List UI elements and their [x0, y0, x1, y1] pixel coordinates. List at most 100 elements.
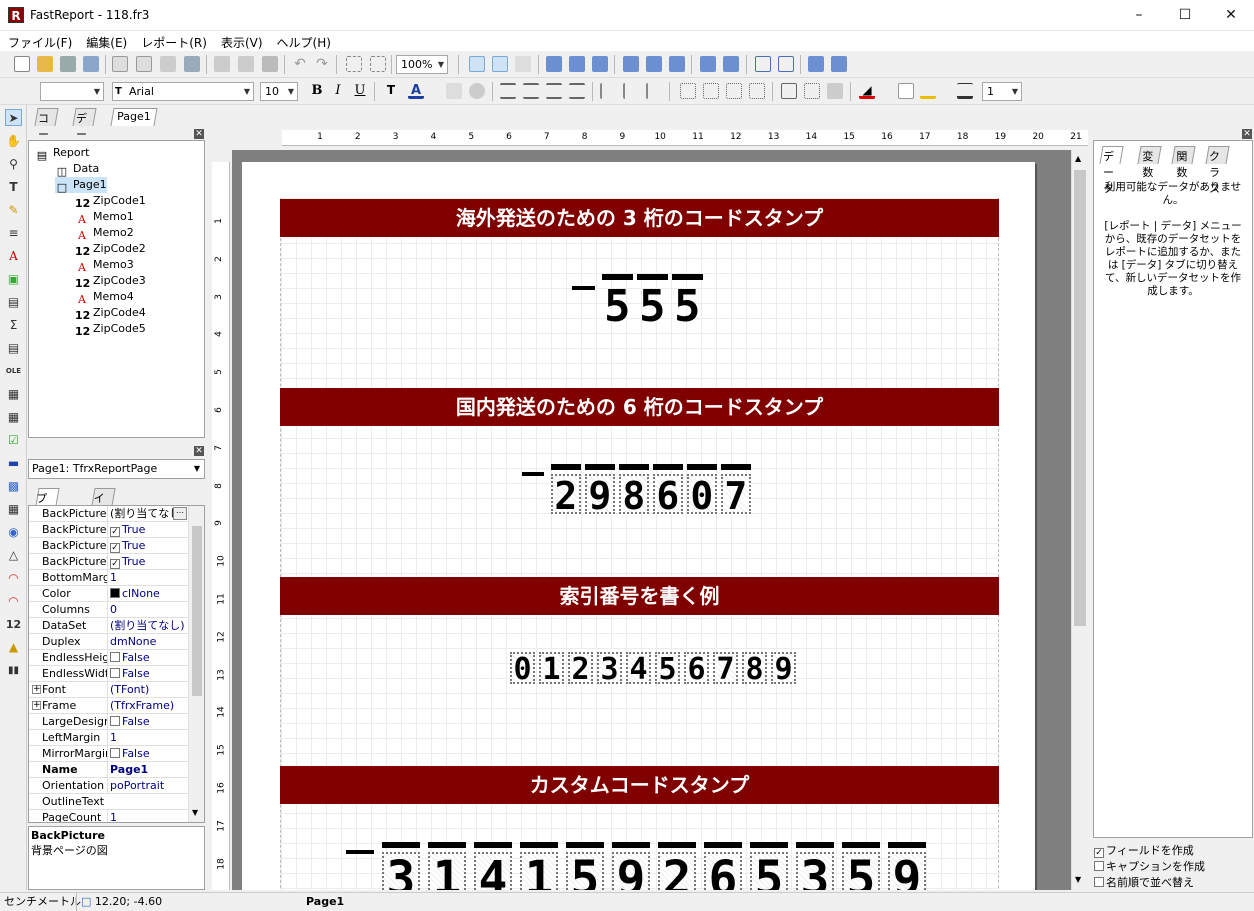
- frame-color-icon[interactable]: [920, 83, 936, 99]
- property-value[interactable]: ✓ True: [107, 554, 187, 570]
- ellipsis-button[interactable]: ⋯: [173, 507, 187, 520]
- property-value[interactable]: (割り当てなし): [107, 618, 187, 634]
- property-row[interactable]: Name Page1: [29, 762, 188, 778]
- create-caption-checkbox[interactable]: キャプションを作成: [1094, 859, 1205, 875]
- gauge-tool-icon[interactable]: ◠: [5, 570, 22, 587]
- fill-color-icon[interactable]: ◢: [859, 83, 875, 99]
- tree-close-icon[interactable]: ✕: [194, 129, 204, 139]
- align-bottom-icon[interactable]: [669, 56, 685, 72]
- copy-icon[interactable]: [238, 56, 254, 72]
- shadow-icon[interactable]: [827, 83, 843, 99]
- rotation-icon[interactable]: [469, 83, 485, 99]
- valign-top-icon[interactable]: [600, 83, 616, 99]
- report-page[interactable]: 海外発送のための 3 桁のコードスタンプ 国内発送のための 6 桁のコードスタン…: [242, 162, 1035, 890]
- property-row[interactable]: MirrorMarginsFalse: [29, 746, 188, 762]
- property-value[interactable]: False: [107, 714, 187, 730]
- tab-properties[interactable]: プロパティ: [35, 488, 60, 569]
- maximize-button[interactable]: ☐: [1162, 0, 1208, 31]
- align-to-grid-icon[interactable]: [492, 56, 508, 72]
- text-align-left-icon[interactable]: [500, 83, 516, 99]
- fill-style-icon[interactable]: [898, 83, 914, 99]
- gauge2-tool-icon[interactable]: ◠: [5, 593, 22, 610]
- object-select[interactable]: Page1: TfrxReportPage ▼: [28, 459, 205, 479]
- create-field-checkbox[interactable]: ✓ フィールドを作成: [1094, 843, 1194, 859]
- tab-events[interactable]: イベント: [91, 488, 116, 553]
- memo4-band[interactable]: カスタムコードスタンプ: [280, 766, 999, 804]
- preview-icon[interactable]: [83, 56, 99, 72]
- frame-top-icon[interactable]: [680, 83, 696, 99]
- design-canvas[interactable]: 海外発送のための 3 桁のコードスタンプ 国内発送のための 6 桁のコードスタン…: [232, 150, 1071, 890]
- map-tool-icon[interactable]: ◉: [5, 524, 22, 541]
- fit-to-grid-icon[interactable]: [515, 56, 531, 72]
- font-name-select[interactable]: T Arial ▼: [112, 82, 254, 101]
- highlight-icon[interactable]: [446, 83, 462, 99]
- text-align-right-icon[interactable]: [546, 83, 562, 99]
- ungroup-icon[interactable]: [370, 56, 386, 72]
- new-dialog-icon[interactable]: [136, 56, 152, 72]
- text-tool-icon[interactable]: T: [5, 179, 22, 196]
- property-row[interactable]: Color clNone: [29, 586, 188, 602]
- menu-file[interactable]: ファイル(F): [0, 31, 78, 51]
- text-align-center-icon[interactable]: [523, 83, 539, 99]
- tree-item-zipcode2[interactable]: 12 ZipCode2: [75, 241, 146, 258]
- space-vertical-icon[interactable]: [723, 56, 739, 72]
- center-vertical-icon[interactable]: [778, 56, 794, 72]
- frame-right-icon[interactable]: [749, 83, 765, 99]
- sort-by-name-checkbox[interactable]: 名前順で並べ替え: [1094, 875, 1194, 891]
- align-top-icon[interactable]: [623, 56, 639, 72]
- tree-item-zipcode4[interactable]: 12 ZipCode4: [75, 305, 146, 322]
- open-folder-icon[interactable]: [37, 56, 53, 72]
- expand-icon[interactable]: +: [32, 685, 41, 694]
- tab-code[interactable]: コード: [34, 108, 59, 157]
- zoom-tool-icon[interactable]: ⚲: [5, 156, 22, 173]
- property-value[interactable]: False: [107, 746, 187, 762]
- system-text-icon[interactable]: ▤: [5, 340, 22, 357]
- tree-item-memo3[interactable]: A Memo3: [75, 257, 134, 274]
- tab-data-tree[interactable]: データ: [1099, 146, 1124, 195]
- tree-item-memo4[interactable]: A Memo4: [75, 289, 134, 306]
- redo-icon[interactable]: ↷: [314, 56, 330, 72]
- tab-data[interactable]: データ: [72, 108, 97, 157]
- space-horizontal-icon[interactable]: [700, 56, 716, 72]
- property-row[interactable]: BottomMargin1: [29, 570, 188, 586]
- property-row[interactable]: Columns 0: [29, 602, 188, 618]
- property-value[interactable]: (TfrxFrame): [107, 698, 187, 714]
- tree-item-page1[interactable]: □ Page1: [55, 177, 107, 194]
- property-value[interactable]: poPortrait: [107, 778, 187, 794]
- close-window-button[interactable]: ✕: [1208, 0, 1254, 31]
- property-row[interactable]: PageCount 1: [29, 810, 188, 822]
- zoom-select[interactable]: 100% ▼: [396, 55, 448, 74]
- align-left-icon[interactable]: [546, 56, 562, 72]
- property-value[interactable]: 0: [107, 602, 187, 618]
- italic-icon[interactable]: I: [330, 83, 346, 99]
- group-icon[interactable]: [346, 56, 362, 72]
- valign-middle-icon[interactable]: [623, 83, 639, 99]
- style-select[interactable]: ▼: [40, 82, 104, 101]
- canvas-scrollbar[interactable]: ▲ ▼: [1071, 150, 1088, 890]
- underline-icon[interactable]: U: [352, 83, 368, 99]
- hand-tool-icon[interactable]: ✋: [5, 133, 22, 150]
- font-size-select[interactable]: 10 ▼: [260, 82, 298, 101]
- property-value[interactable]: False: [107, 650, 187, 666]
- checkbox-tool-icon[interactable]: ☑: [5, 432, 22, 449]
- align-right-icon[interactable]: [592, 56, 608, 72]
- ole-tool-icon[interactable]: OLE: [5, 363, 22, 380]
- property-row[interactable]: Duplex dmNone: [29, 634, 188, 650]
- property-value[interactable]: False: [107, 666, 187, 682]
- tree-item-zipcode1[interactable]: 12 ZipCode1: [75, 193, 146, 210]
- menu-report[interactable]: レポート(R): [133, 31, 213, 51]
- crosstab-icon[interactable]: ▦: [5, 409, 22, 426]
- expand-icon[interactable]: +: [32, 701, 41, 710]
- property-value[interactable]: (割り当てなし) ⋯: [107, 506, 187, 522]
- picture-tool-icon[interactable]: ▣: [5, 271, 22, 288]
- align-center-icon[interactable]: [569, 56, 585, 72]
- center-horizontal-icon[interactable]: [755, 56, 771, 72]
- rich-text-icon[interactable]: ▦: [5, 386, 22, 403]
- property-value[interactable]: (TFont): [107, 682, 187, 698]
- memo-tool-icon[interactable]: A: [5, 248, 22, 265]
- frame-all-icon[interactable]: [781, 83, 797, 99]
- property-row[interactable]: OutlineText: [29, 794, 188, 810]
- select-tool-icon[interactable]: ➤: [5, 109, 22, 126]
- tab-classes[interactable]: クラス: [1205, 146, 1230, 195]
- minimize-button[interactable]: –: [1116, 0, 1162, 31]
